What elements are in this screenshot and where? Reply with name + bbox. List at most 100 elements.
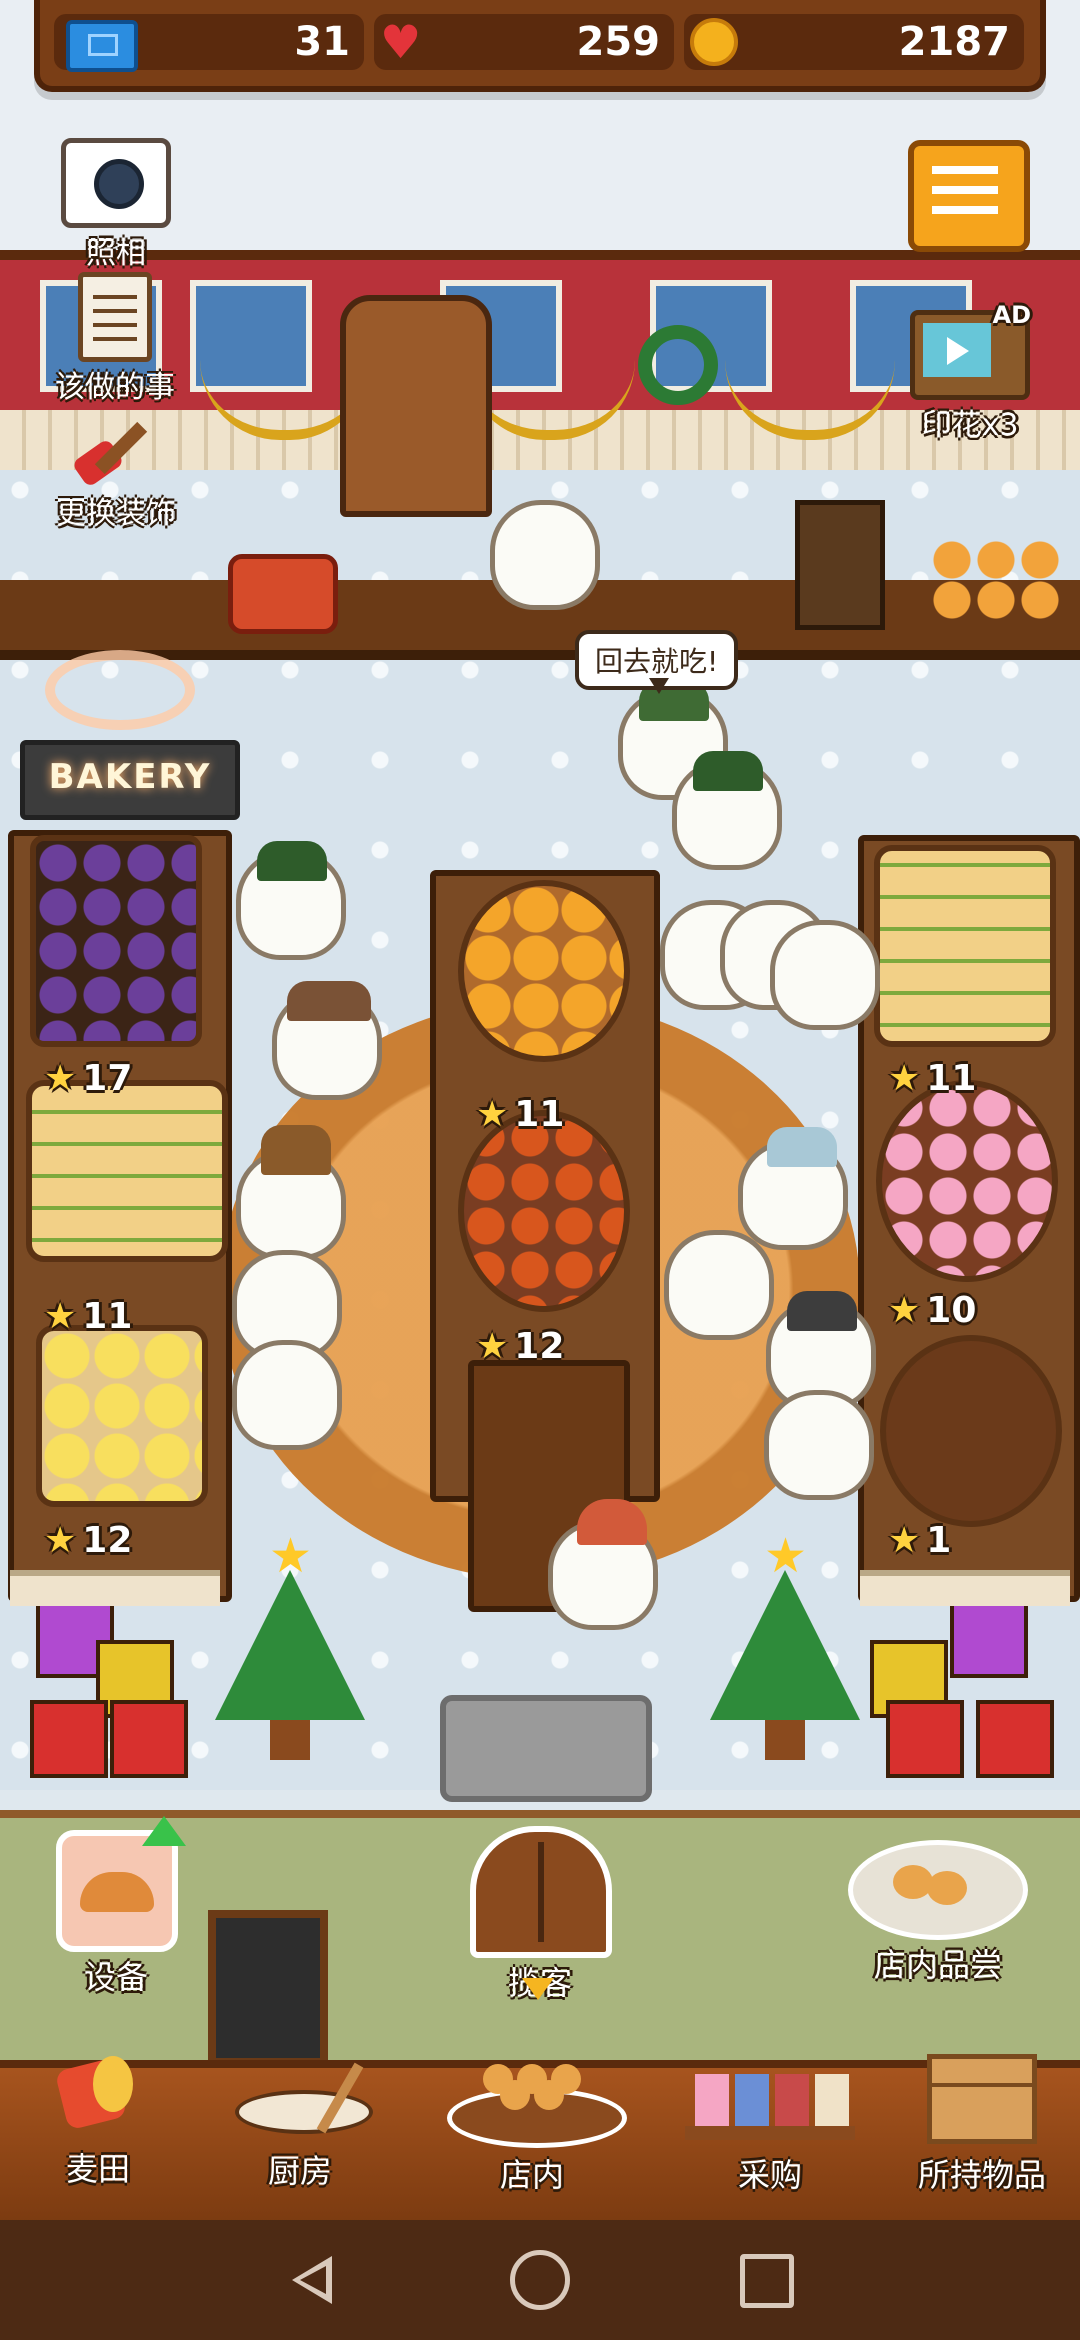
star-icon: ★ [888,1520,921,1561]
customer-cat[interactable] [738,1127,848,1250]
wheat-field-icon [53,2048,143,2138]
telephone-icon [228,554,338,634]
coffee-grinder [795,500,885,630]
display-tray[interactable] [458,1110,630,1312]
nav-inventory[interactable]: 所持物品 [902,2054,1062,2196]
speech-bubble: 回去就吃! [575,630,739,694]
heart-count: 259 [576,19,661,65]
todo-list-icon [78,272,152,362]
christmas-tree-icon [215,1528,365,1740]
shelf-star-count: ★ 10 [888,1290,977,1331]
star-icon: ★ [888,1290,921,1331]
display-tray[interactable] [26,1080,228,1262]
gift-icon [950,1600,1028,1678]
ad-badge: AD [992,301,1032,329]
menu-list-icon [908,140,1030,252]
stamp-ad-button[interactable]: AD 印花x3 [900,301,1040,444]
shelf-star-count: ★ 1 [888,1520,952,1561]
door-icon [470,1826,612,1958]
menu-button[interactable] [908,140,1030,252]
pretzel-sign-icon [45,650,195,730]
inventory-box-icon [927,2054,1037,2144]
bottom-nav: 麦田 厨房 店内 采购 所持物品 [0,2054,1080,2228]
shop-icon [447,2054,627,2148]
shelf-base [860,1570,1070,1606]
game-screen: BAKERY ★ 17 ★ 11 ★ 12 ★ 11 ★ 12 ★ 11 ★ 10 ★ 1 回去… [0,0,1080,2340]
hat-icon [287,981,371,1021]
shelf-star-count: ★ 17 [44,1058,133,1099]
paintbrush-icon [66,418,166,488]
shopkeeper-cat[interactable] [490,500,600,610]
recent-apps-icon[interactable] [740,2254,794,2308]
back-icon[interactable] [278,2250,342,2310]
ticket-icon [66,20,138,72]
display-tray[interactable] [880,1335,1062,1527]
upgrade-arrow-icon [142,1816,186,1846]
decorate-label: 更换装饰 [56,496,176,531]
nav-label: 麦田 [65,2150,130,2188]
display-tray[interactable] [874,845,1056,1047]
nav-shop[interactable]: 店内 [442,2054,627,2196]
tree-pot [270,1720,310,1760]
nav-label: 采购 [737,2156,802,2194]
star-icon: ★ [476,1094,509,1135]
ticket-count: 31 [294,19,350,65]
camera-label: 照相 [86,236,146,271]
customer-cat[interactable] [770,920,880,1030]
tasting-label: 店内品尝 [873,1946,1002,1984]
home-icon[interactable] [510,2250,570,2310]
shelf-star-count: ★ 11 [888,1058,977,1099]
star-icon: ★ [44,1058,77,1099]
nav-label: 所持物品 [917,2156,1046,2194]
nav-label: 厨房 [267,2152,332,2190]
in-store-tasting-button[interactable]: 店内品尝 [848,1840,1028,1986]
customer-cat[interactable] [672,751,782,870]
customer-cat[interactable] [664,1230,774,1340]
pointer-arrow-icon [522,1978,554,2000]
decorate-button[interactable]: 更换装饰 [36,418,196,532]
customer-cat[interactable] [236,841,346,960]
stamp-label: 印花x3 [921,408,1019,443]
ticket-counter: 31 [54,14,364,72]
menu-chalkboard [208,1910,328,2066]
customer-cat[interactable] [272,981,382,1100]
heart-icon: ♥ [380,15,422,69]
display-tray[interactable] [876,1080,1058,1282]
hat-icon [577,1499,647,1545]
todo-button[interactable]: 该做的事 [40,272,190,406]
gift-icon [976,1700,1054,1778]
christmas-wreath [638,325,718,405]
gift-icon [886,1700,964,1778]
gift-icon [30,1700,108,1778]
customer-cat[interactable] [232,1340,342,1450]
christmas-tree-icon [710,1528,860,1740]
display-tray[interactable] [30,835,202,1047]
hat-icon [767,1127,837,1167]
camera-button[interactable]: 照相 [56,138,176,272]
customer-cat[interactable] [548,1499,658,1630]
hat-icon [257,841,327,881]
display-tray[interactable] [458,880,630,1062]
honey-jars [930,540,1060,620]
customer-cat[interactable] [236,1125,346,1260]
heart-counter: ♥ 259 [374,14,674,70]
equipment-button[interactable]: 设备 [56,1816,186,1998]
display-tray[interactable] [36,1325,208,1507]
star-icon: ★ [44,1296,77,1337]
nav-wheat-field[interactable]: 麦田 [38,2048,158,2190]
customer-cat[interactable] [764,1390,874,1500]
shelf-base [10,1570,220,1606]
coin-counter: 2187 [684,14,1024,70]
nav-purchase[interactable]: 采购 [680,2064,860,2196]
coin-count: 2187 [898,19,1010,65]
hat-icon [787,1291,857,1331]
tree-pot [765,1720,805,1760]
resource-bar: 31 ♥ 259 2187 [34,0,1046,92]
equipment-icon [56,1816,186,1952]
tasting-plate-icon [848,1840,1028,1940]
star-icon: ★ [44,1520,77,1561]
coin-icon [690,18,738,66]
shelf-star-count: ★ 12 [44,1520,133,1561]
nav-kitchen[interactable]: 厨房 [230,2060,373,2192]
camera-icon [61,138,171,228]
